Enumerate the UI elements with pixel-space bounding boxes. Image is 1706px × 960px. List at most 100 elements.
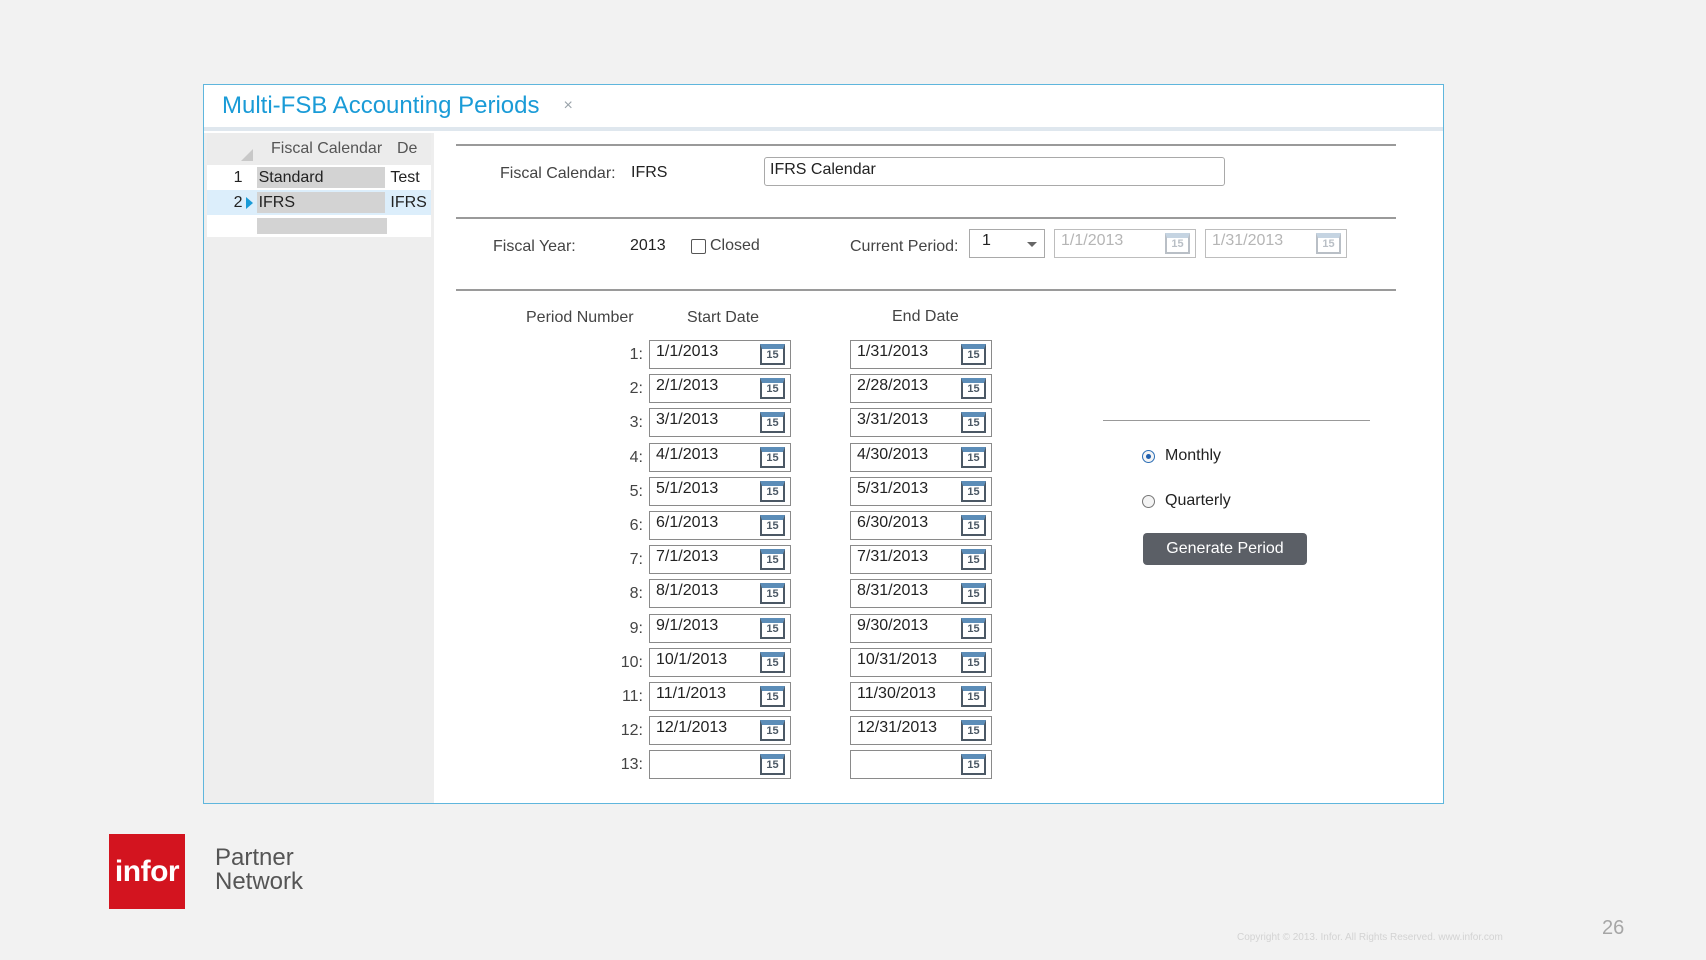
end-date-field[interactable]: 15 <box>850 750 992 779</box>
calendar-icon[interactable]: 15 <box>760 481 785 502</box>
calendar-icon[interactable]: 15 <box>961 515 986 536</box>
fiscal-calendar-value: IFRS <box>631 164 668 181</box>
end-date-field[interactable]: 11/30/2013 15 <box>850 682 992 711</box>
calendar-icon[interactable]: 15 <box>961 720 986 741</box>
end-date-header: End Date <box>892 308 959 325</box>
tab-accounting-periods[interactable]: Multi-FSB Accounting Periods × <box>212 85 585 130</box>
current-row-icon <box>245 196 253 209</box>
start-date-field[interactable]: 7/1/2013 15 <box>649 545 791 574</box>
closed-label: Closed <box>710 237 760 254</box>
calendar-icon[interactable]: 15 <box>961 481 986 502</box>
calendar-icon: 15 <box>1316 233 1341 254</box>
calendar-icon[interactable]: 15 <box>961 549 986 570</box>
start-date-field[interactable]: 15 <box>649 750 791 779</box>
start-date-field[interactable]: 11/1/2013 15 <box>649 682 791 711</box>
period-number: 9: <box>629 620 643 637</box>
cell-fiscal-calendar[interactable]: Standard <box>256 167 386 188</box>
calendar-icon[interactable]: 15 <box>760 378 785 399</box>
calendar-icon[interactable]: 15 <box>760 652 785 673</box>
monthly-label: Monthly <box>1165 447 1222 464</box>
end-date-field[interactable]: 3/31/2013 15 <box>850 408 992 437</box>
table-row[interactable]: 2 IFRS IFRS <box>207 190 431 215</box>
end-date-field[interactable]: 10/31/2013 15 <box>850 648 992 677</box>
start-date-field[interactable]: 9/1/2013 15 <box>649 614 791 643</box>
end-date-field[interactable]: 7/31/2013 15 <box>850 545 992 574</box>
start-date-field[interactable]: 3/1/2013 15 <box>649 408 791 437</box>
calendar-icon[interactable]: 15 <box>961 412 986 433</box>
start-date-value: 11/1/2013 <box>656 685 726 702</box>
end-date-field[interactable]: 6/30/2013 15 <box>850 511 992 540</box>
divider <box>456 217 1396 219</box>
cell-description[interactable]: IFRS <box>388 194 431 212</box>
calendar-icon[interactable]: 15 <box>961 378 986 399</box>
start-date-field[interactable]: 10/1/2013 15 <box>649 648 791 677</box>
calendar-icon[interactable]: 15 <box>760 754 785 775</box>
calendar-icon[interactable]: 15 <box>961 583 986 604</box>
start-date-field[interactable]: 1/1/2013 15 <box>649 340 791 369</box>
tab-title: Multi-FSB Accounting Periods <box>222 92 540 119</box>
current-period-end-field: 1/31/2013 15 <box>1205 229 1347 258</box>
column-header-description[interactable]: De <box>390 140 431 158</box>
start-date-field[interactable]: 6/1/2013 15 <box>649 511 791 540</box>
tab-strip <box>204 127 1443 131</box>
calendar-icon[interactable]: 15 <box>961 652 986 673</box>
calendar-icon[interactable]: 15 <box>760 412 785 433</box>
start-date-field[interactable]: 8/1/2013 15 <box>649 579 791 608</box>
start-date-field[interactable]: 4/1/2013 15 <box>649 443 791 472</box>
end-date-value: 4/30/2013 <box>857 446 929 463</box>
table-row[interactable]: 1 Standard Test <box>207 165 431 190</box>
calendar-icon[interactable]: 15 <box>760 686 785 707</box>
calendar-icon[interactable]: 15 <box>961 618 986 639</box>
calendar-icon[interactable]: 15 <box>760 583 785 604</box>
calendar-icon[interactable]: 15 <box>760 549 785 570</box>
calendar-icon[interactable]: 15 <box>961 344 986 365</box>
period-number: 4: <box>629 449 643 466</box>
calendar-icon[interactable]: 15 <box>760 515 785 536</box>
calendar-icon[interactable]: 15 <box>961 754 986 775</box>
grid-corner[interactable] <box>207 133 257 165</box>
cell-description[interactable]: Test <box>388 169 431 187</box>
cell-fiscal-calendar[interactable] <box>257 218 387 234</box>
close-icon[interactable]: × <box>563 97 572 115</box>
start-date-value: 9/1/2013 <box>656 617 719 634</box>
fiscal-year-value: 2013 <box>630 237 666 254</box>
start-date-value: 1/1/2013 <box>656 343 719 360</box>
end-date-value: 8/31/2013 <box>857 582 929 599</box>
calendar-icon[interactable]: 15 <box>961 686 986 707</box>
end-date-field[interactable]: 5/31/2013 15 <box>850 477 992 506</box>
current-period-label: Current Period: <box>850 238 959 255</box>
current-period-select[interactable]: 1 <box>969 229 1045 258</box>
end-date-field[interactable]: 12/31/2013 15 <box>850 716 992 745</box>
calendar-grid-panel: Fiscal Calendar De 1 Standard Test 2 IFR… <box>204 133 434 803</box>
table-row-new[interactable] <box>207 215 431 237</box>
copyright-text: Copyright © 2013. Infor. All Rights Rese… <box>1237 932 1503 943</box>
start-date-value: 10/1/2013 <box>656 651 728 668</box>
monthly-radio[interactable] <box>1142 450 1155 463</box>
cell-fiscal-calendar[interactable]: IFRS <box>256 192 386 213</box>
period-number: 7: <box>629 551 643 568</box>
calendar-icon[interactable]: 15 <box>961 447 986 468</box>
fiscal-calendar-description-field[interactable]: IFRS Calendar <box>764 157 1225 186</box>
calendar-icon[interactable]: 15 <box>760 344 785 365</box>
end-date-field[interactable]: 9/30/2013 15 <box>850 614 992 643</box>
closed-checkbox[interactable] <box>691 239 706 254</box>
quarterly-label: Quarterly <box>1165 492 1231 509</box>
generate-period-button[interactable]: Generate Period <box>1143 533 1307 565</box>
column-header-fiscal-calendar[interactable]: Fiscal Calendar <box>257 140 390 158</box>
calendar-icon[interactable]: 15 <box>760 720 785 741</box>
end-date-field[interactable]: 2/28/2013 15 <box>850 374 992 403</box>
start-date-value: 7/1/2013 <box>656 548 719 565</box>
end-date-value: 6/30/2013 <box>857 514 929 531</box>
end-date-value: 1/31/2013 <box>857 343 929 360</box>
quarterly-radio[interactable] <box>1142 495 1155 508</box>
end-date-field[interactable]: 1/31/2013 15 <box>850 340 992 369</box>
row-number-text: 1 <box>233 168 243 186</box>
calendar-icon[interactable]: 15 <box>760 447 785 468</box>
start-date-field[interactable]: 5/1/2013 15 <box>649 477 791 506</box>
end-date-field[interactable]: 4/30/2013 15 <box>850 443 992 472</box>
end-date-field[interactable]: 8/31/2013 15 <box>850 579 992 608</box>
calendar-icon[interactable]: 15 <box>760 618 785 639</box>
start-date-field[interactable]: 2/1/2013 15 <box>649 374 791 403</box>
start-date-value: 5/1/2013 <box>656 480 719 497</box>
start-date-field[interactable]: 12/1/2013 15 <box>649 716 791 745</box>
